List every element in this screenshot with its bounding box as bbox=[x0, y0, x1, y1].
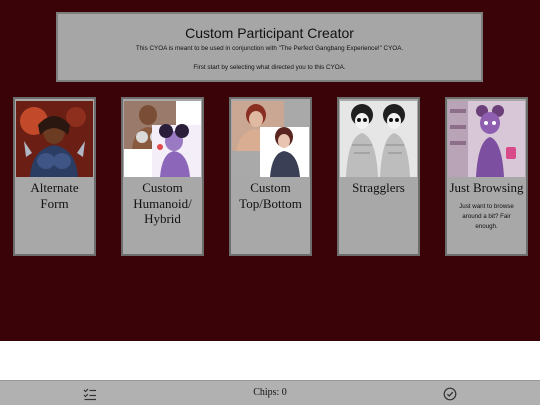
card-label: Custom Top/Bottom bbox=[239, 180, 302, 211]
card-image-just-browsing bbox=[448, 101, 525, 177]
card-image-alternate-form bbox=[16, 101, 93, 177]
main-stage: Custom Participant Creator This CYOA is … bbox=[0, 0, 540, 341]
intro-text: This CYOA is meant to be used in conjunc… bbox=[135, 45, 404, 52]
choice-card-alternate-form[interactable]: Alternate Form bbox=[13, 97, 96, 256]
choice-card-just-browsing[interactable]: Just Browsing Just want to browse around… bbox=[445, 97, 528, 256]
card-image-custom-humanoid-hybrid bbox=[124, 101, 201, 177]
card-label: Custom Humanoid/ Hybrid bbox=[133, 180, 192, 226]
choice-card-stragglers[interactable]: Stragglers bbox=[337, 97, 420, 256]
card-image-custom-top-bottom bbox=[232, 101, 309, 177]
card-label: Just Browsing bbox=[449, 180, 524, 195]
page-title: Custom Participant Creator bbox=[185, 25, 354, 41]
choice-card-custom-humanoid-hybrid[interactable]: Custom Humanoid/ Hybrid bbox=[121, 97, 204, 256]
instruction-text: First start by selecting what directed y… bbox=[193, 64, 346, 71]
card-label: Stragglers bbox=[352, 180, 405, 195]
footer-bar: Chips: 0 bbox=[0, 380, 540, 405]
card-label: Alternate Form bbox=[30, 180, 79, 211]
chips-counter: Chips: 0 bbox=[253, 387, 287, 398]
check-circle-icon[interactable] bbox=[443, 387, 457, 401]
choice-card-custom-top-bottom[interactable]: Custom Top/Bottom bbox=[229, 97, 312, 256]
header-panel: Custom Participant Creator This CYOA is … bbox=[56, 12, 483, 82]
card-image-stragglers bbox=[340, 101, 417, 177]
card-description: Just want to browse around a bit? Fair e… bbox=[459, 202, 514, 230]
